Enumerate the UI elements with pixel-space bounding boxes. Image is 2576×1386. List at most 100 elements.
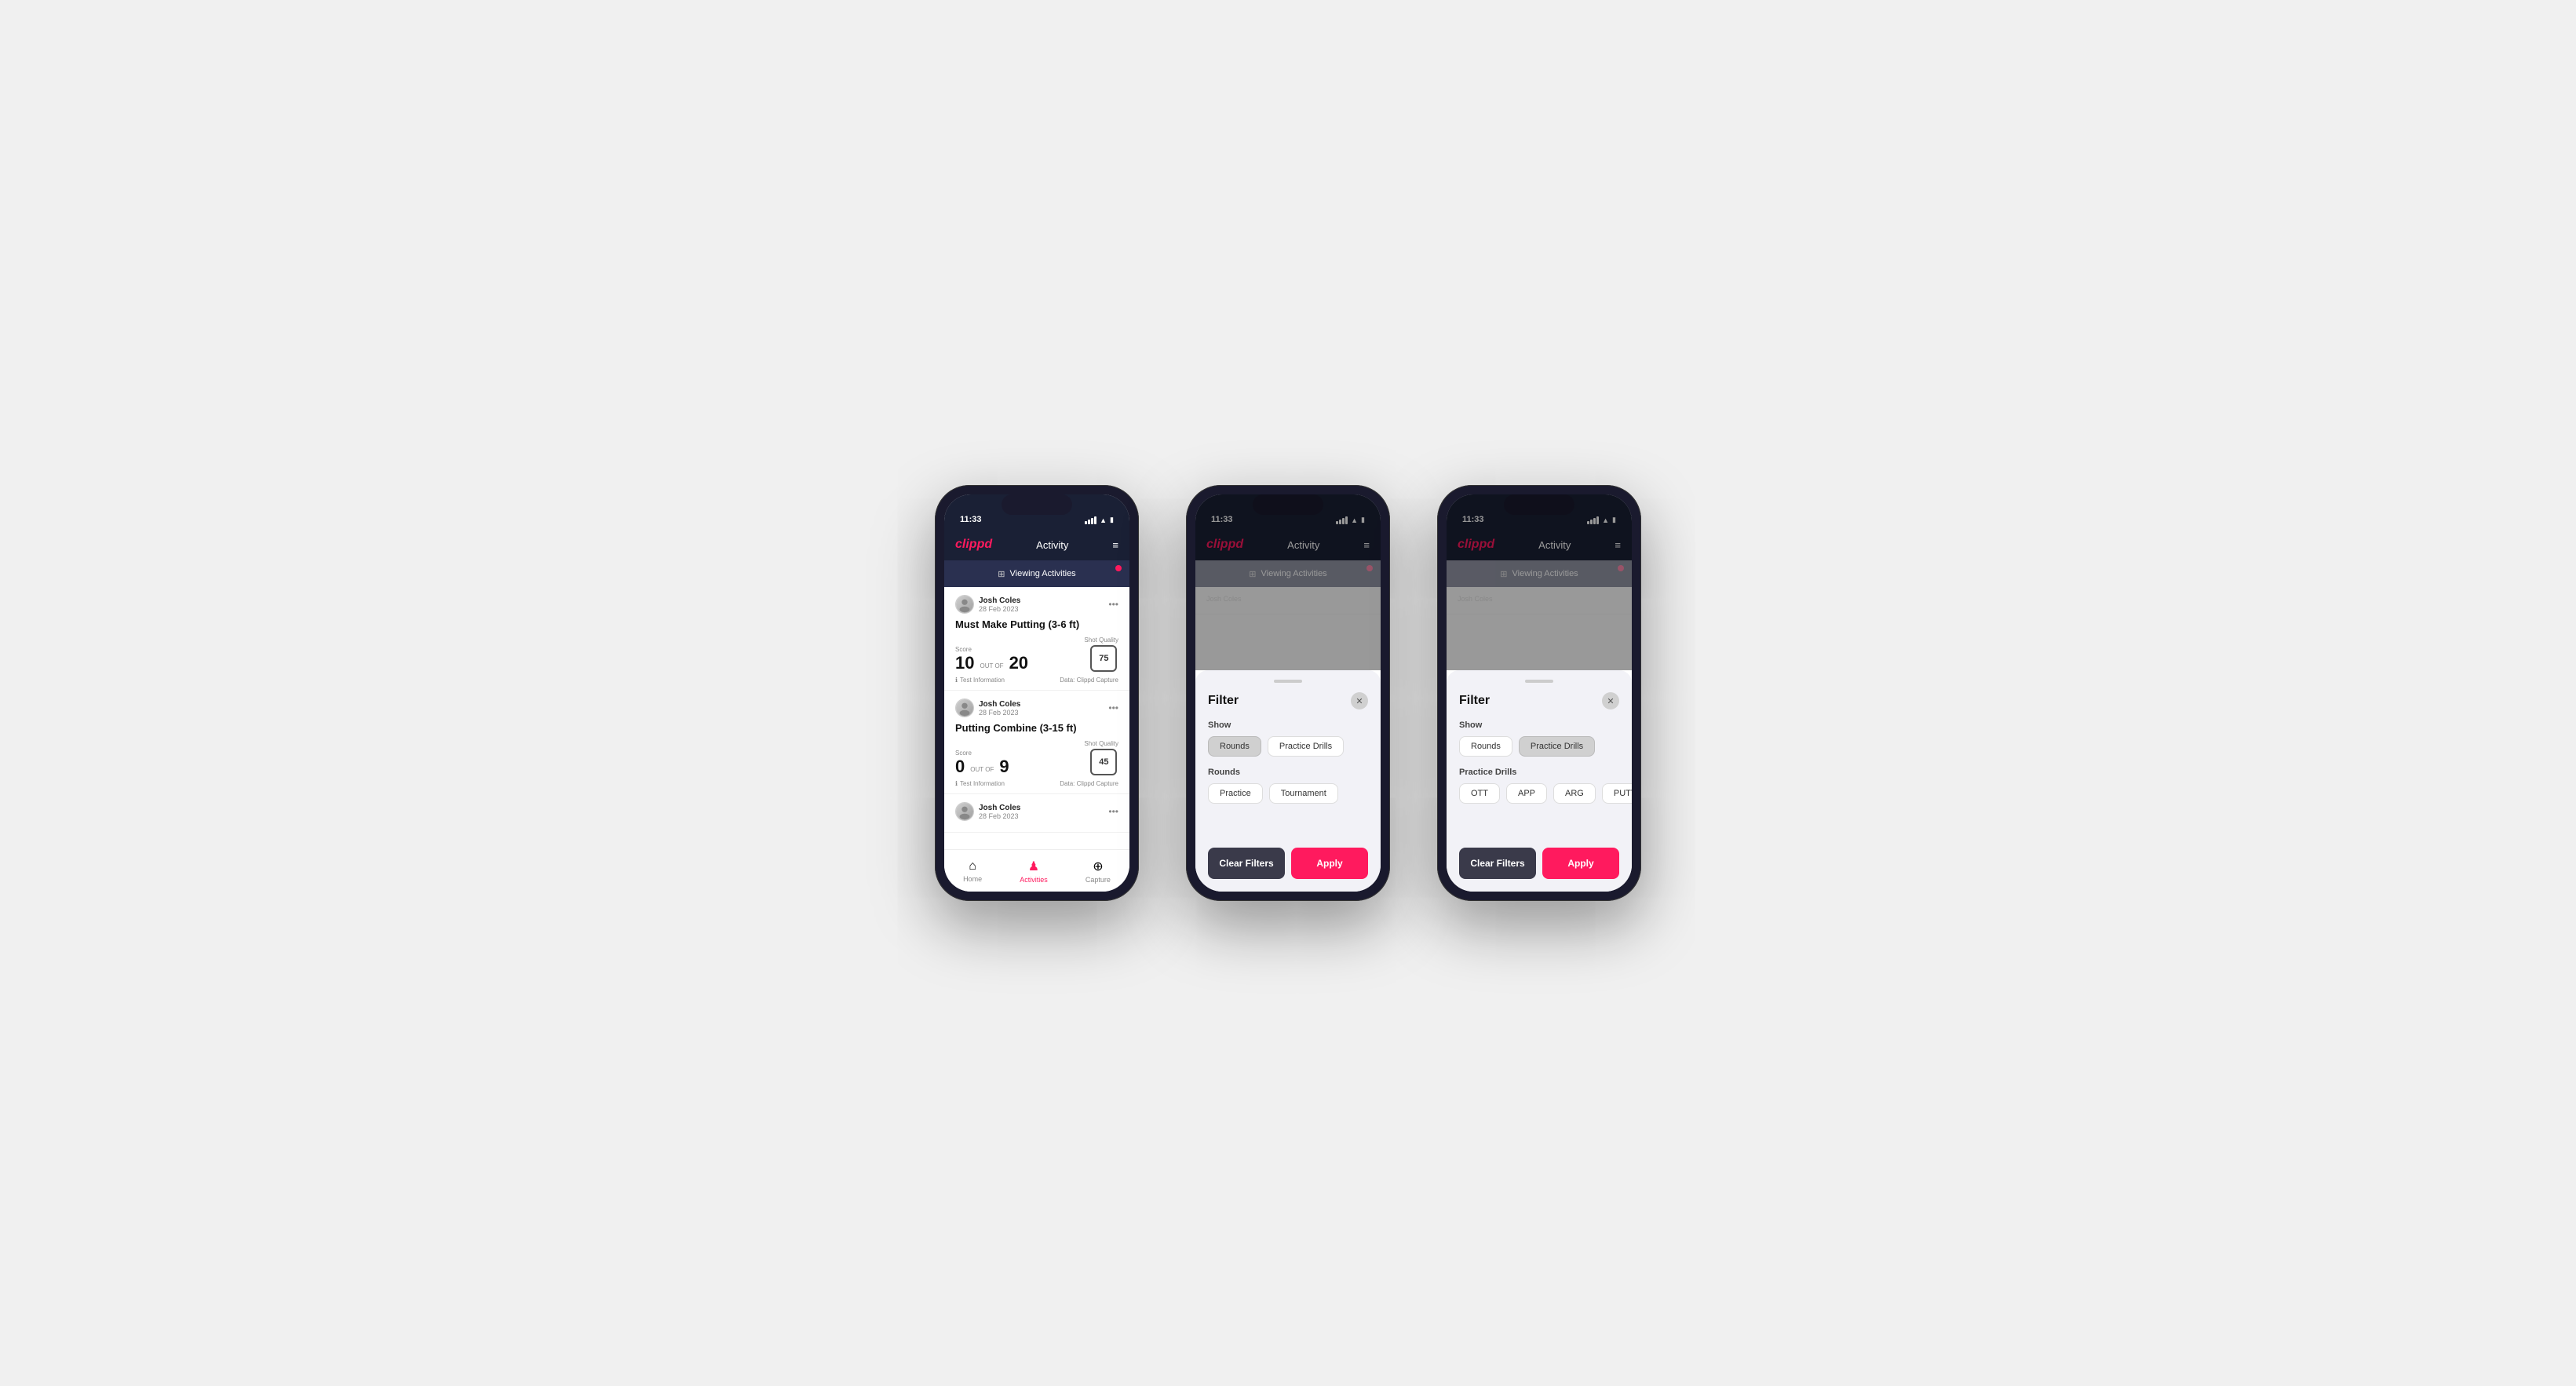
filter-handle-3 [1525,680,1553,683]
filter-actions-2: Clear Filters Apply [1208,848,1368,879]
filter-title-3: Filter [1459,694,1490,708]
quality-badge-2: 45 [1090,749,1117,775]
user-date-1: 28 Feb 2023 [979,605,1020,613]
shots-value-1: 20 [1009,655,1028,672]
tab-capture[interactable]: ⊕ Capture [1085,859,1111,884]
filter-title-2: Filter [1208,694,1239,708]
tab-home[interactable]: ⌂ Home [963,859,982,883]
chip-practice-2[interactable]: Practice [1208,783,1263,804]
clear-filters-button-2[interactable]: Clear Filters [1208,848,1285,879]
phone-1: 11:33 ▲ ▮ clippd Activity ≡ [935,485,1139,901]
score-value-2: 0 [955,758,965,775]
out-of-2: OUT OF [970,766,994,775]
phone-2: 11:33 ▲ ▮ clippd Activity ≡ [1186,485,1390,901]
test-info-2: ℹ Test Information [955,780,1005,787]
close-button-3[interactable]: ✕ [1602,692,1619,709]
apply-button-3[interactable]: Apply [1542,848,1619,879]
practice-drills-label-3: Practice Drills [1459,768,1619,777]
phone-3: 11:33 ▲ ▮ clippd Activity ≡ [1437,485,1641,901]
red-dot-1 [1115,565,1122,571]
filter-header-2: Filter ✕ [1208,692,1368,709]
wifi-icon: ▲ [1100,516,1107,524]
phone-notch [1002,494,1072,515]
user-date-3: 28 Feb 2023 [979,812,1020,820]
battery-icon: ▮ [1110,516,1114,524]
filter-overlay-3: Filter ✕ Show Rounds Practice Drills Pra… [1447,494,1632,892]
score-label-1: Score [955,646,1028,653]
chip-tournament-2[interactable]: Tournament [1269,783,1338,804]
chip-arg-3[interactable]: ARG [1553,783,1596,804]
home-icon: ⌂ [969,859,976,874]
overlay-bg-3[interactable] [1447,494,1632,670]
tab-activities[interactable]: ♟ Activities [1020,859,1048,884]
activity-title-2: Putting Combine (3-15 ft) [955,722,1118,734]
nav-title-1: Activity [1036,539,1068,551]
chip-putt-3[interactable]: PUTT [1602,783,1632,804]
user-name-3: Josh Coles [979,804,1020,812]
data-source-1: Data: Clippd Capture [1060,677,1118,684]
overlay-bg-2[interactable] [1195,494,1381,670]
activity-title-1: Must Make Putting (3-6 ft) [955,618,1118,630]
clear-filters-button-3[interactable]: Clear Filters [1459,848,1536,879]
activity-header-2: Josh Coles 28 Feb 2023 ••• [955,698,1118,717]
apply-button-2[interactable]: Apply [1291,848,1368,879]
status-time-1: 11:33 [960,515,982,524]
score-label-2: Score [955,750,1009,757]
filter-actions-3: Clear Filters Apply [1459,848,1619,879]
signal-icon [1085,516,1096,524]
more-button-1[interactable]: ••• [1108,599,1118,610]
tab-activities-label: Activities [1020,876,1048,884]
tab-home-label: Home [963,875,982,883]
chip-practice-drills-3[interactable]: Practice Drills [1519,736,1595,757]
close-button-2[interactable]: ✕ [1351,692,1368,709]
data-source-2: Data: Clippd Capture [1060,780,1118,787]
user-info-2: Josh Coles 28 Feb 2023 [955,698,1020,717]
filter-header-3: Filter ✕ [1459,692,1619,709]
chip-ott-3[interactable]: OTT [1459,783,1500,804]
status-icons-1: ▲ ▮ [1085,516,1114,524]
user-info-1: Josh Coles 28 Feb 2023 [955,595,1020,614]
user-date-2: 28 Feb 2023 [979,709,1020,717]
chip-app-3[interactable]: APP [1506,783,1547,804]
out-of-1: OUT OF [980,662,1003,672]
activity-footer-2: ℹ Test Information Data: Clippd Capture [955,780,1118,787]
menu-icon-1[interactable]: ≡ [1112,539,1118,551]
filter-overlay-2: Filter ✕ Show Rounds Practice Drills Rou… [1195,494,1381,892]
stats-row-1: Score 10 OUT OF 20 Shot Quality 75 [955,636,1118,672]
show-label-3: Show [1459,720,1619,730]
nav-bar-1: clippd Activity ≡ [944,529,1129,560]
viewing-bar-1[interactable]: ⊞ Viewing Activities [944,560,1129,587]
show-chips-2: Rounds Practice Drills [1208,736,1368,757]
quality-label-2: Shot Quality [1084,740,1118,747]
tab-capture-label: Capture [1085,876,1111,884]
rounds-chips-2: Practice Tournament [1208,783,1368,804]
logo-1: clippd [955,538,992,552]
more-button-3[interactable]: ••• [1108,806,1118,817]
user-info-3: Josh Coles 28 Feb 2023 [955,802,1020,821]
chip-rounds-3[interactable]: Rounds [1459,736,1512,757]
user-name-1: Josh Coles [979,596,1020,605]
activity-footer-1: ℹ Test Information Data: Clippd Capture [955,677,1118,684]
show-label-2: Show [1208,720,1368,730]
phone-3-screen: 11:33 ▲ ▮ clippd Activity ≡ [1447,494,1632,892]
avatar-2 [955,698,974,717]
drill-chips-3: OTT APP ARG PUTT [1459,783,1619,804]
stats-row-2: Score 0 OUT OF 9 Shot Quality 45 [955,740,1118,775]
avatar-3 [955,802,974,821]
activity-header-3: Josh Coles 28 Feb 2023 ••• [955,802,1118,821]
viewing-text-1: Viewing Activities [1010,569,1076,578]
filter-handle-2 [1274,680,1302,683]
activity-item-1: Josh Coles 28 Feb 2023 ••• Must Make Put… [944,587,1129,691]
filter-sheet-2: Filter ✕ Show Rounds Practice Drills Rou… [1195,670,1381,892]
rounds-label-2: Rounds [1208,768,1368,777]
capture-icon: ⊕ [1093,859,1103,874]
more-button-2[interactable]: ••• [1108,702,1118,713]
chip-rounds-2[interactable]: Rounds [1208,736,1261,757]
score-value-1: 10 [955,655,974,672]
chip-practice-drills-2[interactable]: Practice Drills [1268,736,1344,757]
avatar-1 [955,595,974,614]
phones-container: 11:33 ▲ ▮ clippd Activity ≡ [935,485,1641,901]
quality-badge-1: 75 [1090,645,1117,672]
shots-value-2: 9 [999,758,1009,775]
activity-item-2: Josh Coles 28 Feb 2023 ••• Putting Combi… [944,691,1129,794]
